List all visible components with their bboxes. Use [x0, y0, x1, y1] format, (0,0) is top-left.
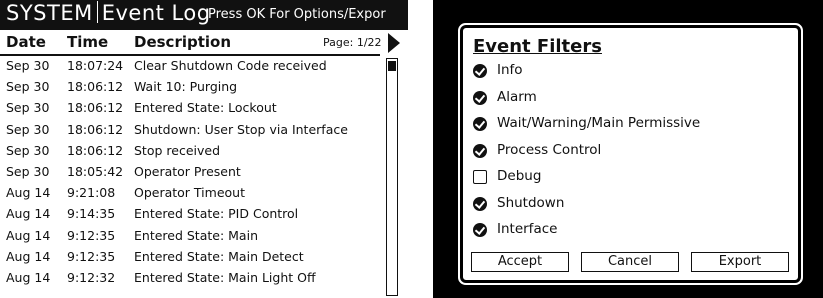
event-row[interactable]: Sep 30 18:06:12 Shutdown: User Stop via In…	[0, 122, 380, 142]
event-description: Entered State: Main Light Off	[134, 270, 316, 285]
event-row[interactable]: Sep 30 18:07:24 Clear Shutdown Code receiv…	[0, 58, 380, 78]
event-description: Entered State: Lockout	[134, 100, 277, 116]
event-description: Wait 10: Purging	[134, 79, 238, 95]
page-indicator: Page: 1/22	[323, 36, 382, 49]
event-date: Sep 30	[6, 79, 50, 95]
title-separator	[96, 1, 98, 23]
scrollbar-thumb[interactable]	[388, 61, 396, 71]
event-date: Aug 14	[6, 227, 51, 243]
event-description: Stop received	[134, 142, 221, 158]
event-row[interactable]: Sep 30 18:06:12 Stop received	[0, 143, 380, 163]
event-row[interactable]: Aug 14 9:14:35 Entered State: PID Control	[0, 206, 380, 226]
event-time: 9:21:08	[67, 185, 116, 201]
title-bar: SYSTEM Event Log Press OK For Options/Exp…	[0, 0, 408, 30]
event-description: Operator Timeout	[134, 185, 245, 201]
event-time: 9:12:32	[67, 270, 116, 285]
dialog-title: Event Filters	[473, 36, 602, 57]
event-description: Operator Present	[134, 164, 241, 179]
event-time: 9:12:35	[67, 248, 116, 264]
event-time: 18:06:12	[67, 100, 124, 116]
event-time: 9:14:35	[67, 206, 116, 222]
filter-panel: Event Filters Info Alarm Wait/Warning/Main…	[433, 0, 823, 298]
filter-option-label: Wait/Warning/Main Permissive	[497, 115, 701, 131]
scrollbar[interactable]	[386, 58, 398, 296]
title-event-log: Event Log	[101, 1, 211, 25]
event-row[interactable]: Aug 14 9:12:35 Entered State: Main Detect	[0, 249, 380, 269]
event-date: Sep 30	[6, 100, 50, 116]
event-time: 18:06:12	[67, 121, 124, 137]
event-date: Sep 30	[6, 164, 50, 179]
event-date: Sep 30	[6, 142, 50, 158]
event-row[interactable]: Aug 14 9:21:08 Operator Timeout	[0, 185, 380, 205]
filter-option-label: Alarm	[497, 88, 537, 105]
checked-checkbox-icon[interactable]	[473, 143, 487, 158]
event-time: 18:07:24	[67, 58, 124, 73]
event-date: Aug 14	[6, 185, 51, 201]
event-description: Entered State: PID Control	[134, 206, 299, 222]
event-time: 18:05:42	[67, 164, 124, 179]
event-row[interactable]: Sep 30 18:06:12 Entered State: Lockout	[0, 100, 380, 120]
event-description: Shutdown: User Stop via Interface	[134, 121, 348, 137]
event-row[interactable]: Aug 14 9:12:32 Entered State: Main Light O…	[0, 270, 380, 290]
checked-checkbox-icon[interactable]	[473, 90, 487, 105]
event-time: 18:06:12	[67, 142, 124, 158]
checked-checkbox-icon[interactable]	[473, 64, 487, 78]
checked-checkbox-icon[interactable]	[473, 117, 487, 131]
event-log-screen: SYSTEM Event Log Press OK For Options/Exp…	[0, 0, 408, 298]
event-description: Entered State: Main Detect	[134, 248, 304, 264]
filter-option-label: Interface	[497, 221, 558, 237]
filter-option-label: Info	[497, 62, 523, 78]
event-date: Sep 30	[6, 58, 50, 73]
event-date: Aug 14	[6, 248, 51, 264]
accept-button[interactable]: Accept	[471, 252, 569, 272]
column-header: Date Time Description Page: 1/22	[0, 33, 408, 55]
event-date: Aug 14	[6, 270, 51, 285]
cancel-button[interactable]: Cancel	[581, 252, 679, 272]
title: SYSTEM Event Log	[6, 1, 211, 25]
filter-option-label: Debug	[497, 168, 542, 184]
event-time: 9:12:35	[67, 227, 116, 243]
event-filters-dialog: Event Filters Info Alarm Wait/Warning/Main…	[463, 28, 798, 280]
header-divider	[0, 54, 380, 56]
event-description: Entered State: Main	[134, 227, 258, 243]
event-date: Sep 30	[6, 121, 50, 137]
title-system: SYSTEM	[6, 1, 93, 25]
event-date: Aug 14	[6, 206, 51, 222]
description-header: Description	[134, 33, 232, 51]
export-button[interactable]: Export	[691, 252, 789, 272]
checked-checkbox-icon[interactable]	[473, 196, 487, 211]
event-time: 18:06:12	[67, 79, 124, 95]
event-row[interactable]: Sep 30 18:05:42 Operator Present	[0, 164, 380, 184]
checked-checkbox-icon[interactable]	[473, 223, 487, 237]
event-description: Clear Shutdown Code received	[134, 58, 327, 73]
date-header: Date	[6, 33, 46, 51]
options-hint: Press OK For Options/Expor	[208, 7, 386, 22]
event-row[interactable]: Sep 30 18:06:12 Wait 10: Purging	[0, 79, 380, 99]
time-header: Time	[67, 33, 109, 51]
next-page-icon[interactable]	[388, 33, 400, 53]
event-row[interactable]: Aug 14 9:12:35 Entered State: Main	[0, 228, 380, 248]
filter-option-label: Process Control	[497, 141, 602, 158]
unchecked-checkbox-icon[interactable]	[473, 170, 487, 184]
filter-option-label: Shutdown	[497, 194, 565, 211]
